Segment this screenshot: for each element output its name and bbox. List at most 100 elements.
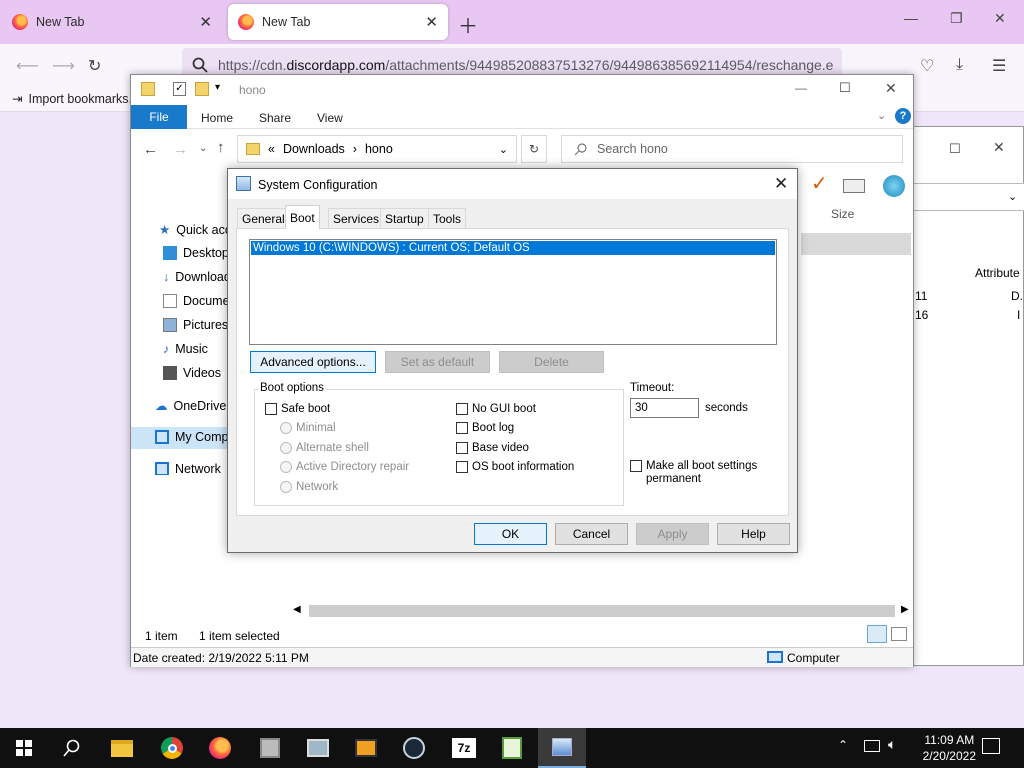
network-status-icon[interactable] bbox=[864, 740, 880, 752]
ok-button[interactable]: OK bbox=[474, 523, 547, 545]
close-tab-icon[interactable]: ✕ bbox=[425, 13, 438, 31]
nav-item-downloads[interactable]: ↓ Downloads bbox=[163, 270, 231, 284]
network-option[interactable]: Network bbox=[280, 481, 338, 493]
safe-boot-checkbox[interactable] bbox=[265, 403, 277, 415]
help-icon[interactable]: ? bbox=[895, 108, 911, 124]
minimize-icon[interactable]: — bbox=[795, 81, 807, 95]
taskbar-chrome[interactable] bbox=[148, 728, 196, 768]
taskbar-system-configuration[interactable] bbox=[538, 728, 586, 768]
close-window-icon[interactable]: ✕ bbox=[885, 80, 897, 97]
ribbon-tab-share[interactable]: Share bbox=[259, 111, 291, 125]
network-radio[interactable] bbox=[280, 481, 292, 493]
base-video-option[interactable]: Base video bbox=[456, 442, 529, 454]
nav-item-pictures[interactable]: Pictures bbox=[163, 318, 228, 332]
new-folder-icon[interactable] bbox=[195, 82, 209, 96]
explorer-window-back[interactable]: ☐ ✕ ⌄ Attribute 11 D. 16 I bbox=[912, 126, 1024, 666]
tab-boot[interactable]: Boot bbox=[285, 205, 320, 229]
alternate-shell-option[interactable]: Alternate shell bbox=[280, 442, 369, 454]
tab-tools[interactable]: Tools bbox=[428, 208, 467, 228]
reload-icon[interactable]: ↻ bbox=[88, 56, 101, 76]
set-as-default-button[interactable]: Set as default bbox=[385, 351, 490, 373]
notifications-icon[interactable] bbox=[982, 738, 1000, 754]
volume-icon[interactable]: 🔈︎ bbox=[888, 736, 896, 753]
chevron-down-icon[interactable]: ⌄ bbox=[499, 143, 508, 156]
refresh-button[interactable]: ↻ bbox=[521, 135, 547, 163]
chevron-down-icon[interactable]: ⌄ bbox=[877, 109, 886, 122]
recent-locations-icon[interactable]: ⌄ bbox=[199, 143, 207, 154]
minimize-icon[interactable]: — bbox=[904, 10, 918, 26]
up-arrow-icon[interactable]: ↑ bbox=[217, 139, 225, 156]
nav-item-my-computer[interactable]: My Computer bbox=[155, 430, 231, 444]
maximize-icon[interactable]: ☐ bbox=[839, 80, 851, 96]
taskbar-steam[interactable] bbox=[390, 728, 438, 768]
taskbar-7zip[interactable]: 7z bbox=[440, 728, 488, 768]
nav-item-onedrive[interactable]: ☁ OneDrive bbox=[155, 398, 226, 414]
breadcrumb-hono[interactable]: hono bbox=[365, 142, 393, 156]
nav-item-quick-access[interactable]: ★ Quick access bbox=[159, 222, 231, 238]
minimal-option[interactable]: Minimal bbox=[280, 422, 336, 434]
system-configuration-dialog[interactable]: System Configuration ✕ General Boot Serv… bbox=[227, 168, 798, 553]
tab-services[interactable]: Services bbox=[328, 208, 385, 228]
safe-boot-option[interactable]: Safe boot bbox=[265, 403, 330, 415]
cancel-button[interactable]: Cancel bbox=[555, 523, 628, 545]
large-icons-view-icon[interactable] bbox=[891, 627, 907, 641]
os-boot-information-option[interactable]: OS boot information bbox=[456, 461, 574, 473]
clock[interactable]: 11:09 AM 2/20/2022 bbox=[923, 732, 976, 764]
dropdown[interactable]: ⌄ bbox=[913, 183, 1024, 211]
forward-arrow-icon[interactable]: ⟶ bbox=[52, 56, 75, 76]
advanced-options-button[interactable]: Advanced options... bbox=[250, 351, 376, 373]
delete-button[interactable]: Delete bbox=[499, 351, 604, 373]
tab-general[interactable]: General bbox=[237, 208, 290, 228]
back-arrow-icon[interactable]: ⟵ bbox=[16, 56, 39, 76]
scrollbar-thumb[interactable] bbox=[309, 605, 895, 617]
search-input[interactable]: Search hono bbox=[561, 135, 903, 163]
tab-startup[interactable]: Startup bbox=[380, 208, 429, 228]
ribbon-tab-file[interactable]: File bbox=[131, 105, 187, 129]
taskbar-firefox[interactable] bbox=[196, 728, 244, 768]
make-permanent-option[interactable]: Make all boot settings permanent bbox=[630, 460, 770, 486]
alternate-shell-radio[interactable] bbox=[280, 442, 292, 454]
taskbar-app-2[interactable] bbox=[294, 728, 342, 768]
taskbar-search-button[interactable] bbox=[48, 728, 96, 768]
taskbar-app-1[interactable] bbox=[246, 728, 294, 768]
nav-item-videos[interactable]: Videos bbox=[163, 366, 221, 380]
close-window-icon[interactable]: ✕ bbox=[994, 10, 1006, 27]
browser-tab-2[interactable]: New Tab ✕ bbox=[228, 4, 448, 40]
nav-item-network[interactable]: Network bbox=[155, 462, 221, 475]
active-directory-repair-radio[interactable] bbox=[280, 461, 292, 473]
taskbar-app-4[interactable] bbox=[488, 728, 536, 768]
column-header-size[interactable]: Size bbox=[831, 207, 854, 221]
import-bookmarks-link[interactable]: ⇥ Import bookmarks... bbox=[12, 91, 139, 107]
new-tab-icon[interactable]: ＋ bbox=[458, 10, 478, 39]
close-window-icon[interactable]: ✕ bbox=[993, 139, 1005, 156]
nav-item-desktop[interactable]: Desktop bbox=[163, 246, 229, 260]
start-button[interactable] bbox=[0, 728, 48, 768]
details-view-icon[interactable] bbox=[867, 625, 887, 643]
browser-tab-1[interactable]: New Tab ✕ bbox=[2, 4, 222, 40]
ribbon-tab-view[interactable]: View bbox=[317, 111, 343, 125]
taskbar-app-3[interactable] bbox=[342, 728, 390, 768]
os-list-item[interactable]: Windows 10 (C:\WINDOWS) : Current OS; De… bbox=[251, 241, 775, 255]
active-directory-repair-option[interactable]: Active Directory repair bbox=[280, 461, 409, 473]
nav-item-music[interactable]: ♪ Music bbox=[163, 342, 208, 356]
help-button[interactable]: Help bbox=[717, 523, 790, 545]
properties-icon[interactable]: ✓ bbox=[173, 82, 186, 96]
scroll-left-icon[interactable]: ◀ bbox=[293, 604, 301, 615]
address-bar[interactable]: « Downloads › hono ⌄ bbox=[237, 135, 517, 163]
os-boot-information-checkbox[interactable] bbox=[456, 461, 468, 473]
show-hidden-icons-icon[interactable]: ⌃ bbox=[838, 738, 848, 752]
forward-arrow-icon[interactable]: → bbox=[173, 141, 188, 158]
pocket-icon[interactable]: ♡ bbox=[920, 56, 934, 76]
column-header-attributes[interactable]: Attribute bbox=[975, 266, 1020, 280]
back-arrow-icon[interactable]: ← bbox=[143, 141, 158, 158]
nav-item-documents[interactable]: Documents bbox=[163, 294, 231, 308]
horizontal-scrollbar[interactable]: ◀ ▶ bbox=[291, 603, 911, 619]
close-icon[interactable]: ✕ bbox=[774, 174, 788, 194]
ribbon-tab-home[interactable]: Home bbox=[201, 111, 233, 125]
timeout-input[interactable] bbox=[630, 398, 699, 418]
os-list[interactable]: Windows 10 (C:\WINDOWS) : Current OS; De… bbox=[249, 239, 777, 345]
restore-icon[interactable]: ❐ bbox=[950, 10, 963, 27]
taskbar-file-explorer[interactable] bbox=[98, 728, 146, 768]
base-video-checkbox[interactable] bbox=[456, 442, 468, 454]
maximize-icon[interactable]: ☐ bbox=[949, 141, 961, 157]
